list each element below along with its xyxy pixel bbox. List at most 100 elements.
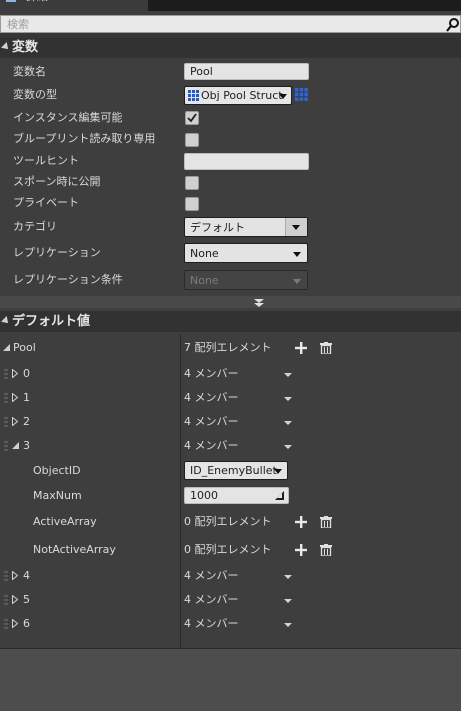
object-id-value: ID_EnemyBullet	[190, 464, 277, 477]
variables-section-header[interactable]: 変数	[0, 38, 461, 58]
tab-label: 詳細	[26, 0, 48, 3]
trash-icon[interactable]	[320, 516, 332, 528]
tooltip-label: ツールヒント	[13, 154, 79, 167]
trash-icon[interactable]	[320, 544, 332, 556]
array-element-index: 5	[23, 593, 30, 606]
blueprint-readonly-label: ブループリント読み取り専用	[13, 132, 156, 145]
variable-type-dropdown[interactable]: Obj Pool Struct	[184, 86, 292, 105]
empty-panel-area	[0, 648, 461, 711]
drag-handle-icon[interactable]	[4, 440, 8, 452]
category-value: デフォルト	[190, 221, 245, 234]
chevron-down-icon[interactable]	[284, 623, 292, 627]
chevron-down-icon	[274, 469, 282, 474]
instance-editable-checkbox[interactable]	[185, 111, 199, 125]
collapse-arrow-icon	[1, 42, 11, 52]
array-element-index: 3	[23, 439, 30, 452]
active-array-label: ActiveArray	[33, 515, 97, 528]
check-icon	[187, 113, 197, 123]
pool-label: Pool	[13, 341, 36, 354]
replication-value: None	[190, 247, 219, 260]
add-element-icon[interactable]	[295, 342, 307, 354]
expand-arrow-icon[interactable]	[12, 571, 18, 580]
array-element-value: 4 メンバー	[184, 439, 239, 452]
array-element-index: 1	[23, 391, 30, 404]
variable-name-field[interactable]: Pool	[184, 63, 309, 80]
variable-type-label: 変数の型	[13, 88, 57, 101]
expose-on-spawn-label: スポーン時に公開	[13, 175, 101, 188]
array-element-index: 6	[23, 617, 30, 630]
resize-grip-icon[interactable]	[275, 491, 284, 500]
add-element-icon[interactable]	[295, 544, 307, 556]
tab-details[interactable]: 詳細 ×	[0, 0, 148, 11]
dropdown-button	[285, 218, 307, 236]
not-active-array-label: NotActiveArray	[33, 543, 116, 556]
chevron-down-icon	[292, 225, 300, 230]
object-id-label: ObjectID	[33, 464, 81, 477]
double-chevron-down-icon[interactable]	[253, 299, 265, 307]
expose-on-spawn-checkbox[interactable]	[185, 176, 199, 190]
array-element-value: 4 メンバー	[184, 617, 239, 630]
search-placeholder: 検索	[7, 18, 29, 31]
max-num-label: MaxNum	[33, 489, 82, 502]
array-element-value: 4 メンバー	[184, 569, 239, 582]
replication-label: レプリケーション	[13, 246, 101, 259]
category-label: カテゴリ	[13, 220, 57, 233]
chevron-down-icon[interactable]	[284, 599, 292, 603]
column-divider[interactable]	[180, 334, 181, 648]
drag-handle-icon[interactable]	[4, 618, 8, 630]
close-icon[interactable]: ×	[132, 0, 140, 2]
add-element-icon[interactable]	[295, 516, 307, 528]
section-title: 変数	[12, 40, 39, 55]
variable-name-label: 変数名	[13, 65, 46, 78]
magnifier-icon	[6, 0, 16, 2]
tab-bar: 詳細 ×	[0, 0, 461, 11]
trash-icon[interactable]	[320, 342, 332, 354]
chevron-down-icon[interactable]	[284, 445, 292, 449]
replication-dropdown[interactable]: None	[184, 243, 308, 263]
array-element-value: 4 メンバー	[184, 593, 239, 606]
array-element-index: 2	[23, 415, 30, 428]
chevron-down-icon	[293, 252, 301, 257]
search-input[interactable]: 検索	[0, 15, 461, 33]
array-element-value: 4 メンバー	[184, 367, 239, 380]
chevron-down-icon[interactable]	[284, 421, 292, 425]
chevron-down-icon[interactable]	[284, 373, 292, 377]
category-dropdown[interactable]: デフォルト	[184, 217, 308, 237]
drag-handle-icon[interactable]	[4, 368, 8, 380]
blueprint-readonly-checkbox[interactable]	[185, 133, 199, 147]
max-num-value: 1000	[190, 489, 218, 502]
chevron-down-icon	[279, 94, 287, 99]
replication-condition-value: None	[190, 274, 219, 287]
array-container-icon[interactable]	[295, 88, 308, 101]
object-id-dropdown[interactable]: ID_EnemyBullet	[184, 461, 288, 480]
array-element-value: 4 メンバー	[184, 415, 239, 428]
advanced-expander[interactable]	[0, 296, 461, 308]
drag-handle-icon[interactable]	[4, 570, 8, 582]
private-checkbox[interactable]	[185, 197, 199, 211]
drag-handle-icon[interactable]	[4, 594, 8, 606]
expand-arrow-icon[interactable]	[12, 369, 18, 378]
drag-handle-icon[interactable]	[4, 416, 8, 428]
defaults-section-header[interactable]: デフォルト値	[0, 311, 461, 332]
array-element-index: 4	[23, 569, 30, 582]
max-num-field[interactable]: 1000	[184, 487, 289, 504]
expand-arrow-icon[interactable]	[12, 393, 18, 402]
expand-arrow-icon[interactable]	[12, 619, 18, 628]
active-array-value: 0 配列エレメント	[184, 515, 272, 528]
expanded-arrow-icon[interactable]	[12, 442, 19, 449]
array-element-value: 4 メンバー	[184, 391, 239, 404]
expand-arrow-icon[interactable]	[12, 417, 18, 426]
chevron-down-icon[interactable]	[284, 575, 292, 579]
array-element-index: 0	[23, 367, 30, 380]
tooltip-field[interactable]	[184, 153, 309, 170]
search-icon[interactable]	[446, 17, 460, 32]
not-active-array-value: 0 配列エレメント	[184, 543, 272, 556]
chevron-down-icon[interactable]	[284, 397, 292, 401]
drag-handle-icon[interactable]	[4, 392, 8, 404]
pool-value: 7 配列エレメント	[184, 341, 272, 354]
replication-condition-dropdown: None	[184, 270, 308, 290]
private-label: プライベート	[13, 196, 79, 209]
expanded-arrow-icon[interactable]	[3, 344, 10, 351]
chevron-down-icon	[293, 279, 301, 284]
expand-arrow-icon[interactable]	[12, 595, 18, 604]
